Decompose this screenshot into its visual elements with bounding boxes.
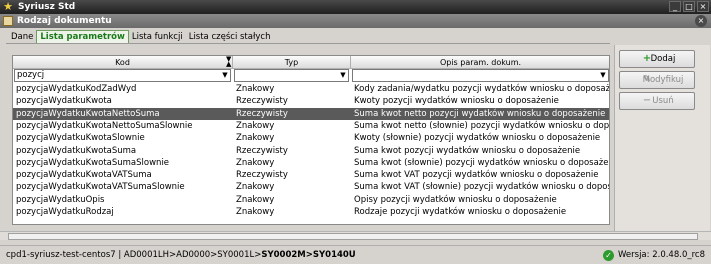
check-icon: ✓ <box>603 250 615 261</box>
edit-icon: ✎ <box>642 74 652 85</box>
cell-opis: Kwoty (słownie) pozycji wydatków wniosku… <box>354 133 601 144</box>
table-row[interactable]: pozycjaWydatkuKwotaVATSuma Rzeczywisty Sum… <box>13 169 609 181</box>
cell-typ: Znakowy <box>236 157 275 168</box>
minimize-button[interactable]: _ <box>669 1 681 12</box>
cell-opis: Rodzaje pozycji wydatków wniosku o dopos… <box>354 207 567 217</box>
cell-kod: pozycjaWydatkuKwota <box>16 96 112 107</box>
cell-kod: pozycjaWydatkuKwotaNettoSumaSlownie <box>16 120 193 131</box>
sort-indicator-icon: ▼ ▲ <box>226 55 232 68</box>
window-titlebar: ★ Syriusz Std _ □ × <box>0 0 711 14</box>
filter-opis-input[interactable]: ▼ <box>352 69 609 82</box>
cell-opis: Suma kwot (słownie) pozycji wydatków wni… <box>354 157 610 168</box>
cell-typ: Rzeczywisty <box>236 96 288 107</box>
status-bar: cpd1-syriusz-test-centos7 | AD0001LH>AD0… <box>0 245 711 264</box>
scrollbar-thumb[interactable] <box>8 233 698 240</box>
tab-lista-funkcji[interactable]: Lista funkcji <box>129 31 186 43</box>
table-row[interactable]: pozycjaWydatkuKwotaSumaSlownie Znakowy Sum… <box>13 157 610 169</box>
tab-dane[interactable]: Dane <box>8 31 36 43</box>
parameters-grid: Kod ▼ ▲ Typ Opis param. dokum. pozycj ▼ ▼… <box>12 55 610 225</box>
cell-kod: pozycjaWydatkuKwotaNettoSuma <box>16 108 160 119</box>
modify-button[interactable]: ✎ Modyfikuj <box>619 71 695 89</box>
column-header-opis[interactable]: Opis param. dokum. <box>351 56 609 69</box>
cell-kod: pozycjaWydatkuKwotaSlownie <box>16 133 145 144</box>
form-header: Rodzaj dokumentu × <box>0 14 711 28</box>
column-header-kod[interactable]: Kod <box>13 56 233 69</box>
delete-button[interactable]: − Usuń <box>619 92 695 110</box>
table-row[interactable]: pozycjaWydatkuRodzaj Znakowy Rodzaje pozyc… <box>13 206 609 218</box>
cell-kod: pozycjaWydatkuKwotaSuma <box>16 145 137 156</box>
cell-typ: Znakowy <box>236 182 275 193</box>
version-label: Wersja: 2.0.48.0_rc8 <box>618 250 705 260</box>
cell-kod: pozycjaWydatkuKodZadWyd <box>16 84 137 94</box>
table-row[interactable]: pozycjaWydatkuKwotaNettoSumaSlownie Znako… <box>13 120 610 132</box>
maximize-button[interactable]: □ <box>683 1 695 12</box>
delete-button-label: Usuń <box>652 96 674 106</box>
cell-typ: Znakowy <box>236 120 275 131</box>
path-current: SY0002M>SY0140U <box>261 250 356 260</box>
cell-opis: Kody zadania/wydatku pozycji wydatków wn… <box>354 84 610 94</box>
plus-icon: + <box>642 53 652 64</box>
column-header-typ[interactable]: Typ <box>233 56 351 69</box>
minus-icon: − <box>642 95 652 106</box>
horizontal-scrollbar[interactable] <box>0 231 711 240</box>
cell-opis: Suma kwot VAT pozycji wydatków wniosku o… <box>354 170 599 181</box>
action-buttons: + Dodaj ✎ Modyfikuj − Usuń <box>619 50 695 113</box>
cell-kod: pozycjaWydatkuOpis <box>16 194 105 205</box>
cell-typ: Rzeczywisty <box>236 170 288 181</box>
cell-opis: Suma kwot netto pozycji wydatków wniosku… <box>354 108 606 119</box>
filter-typ-input[interactable]: ▼ <box>234 69 349 82</box>
cell-typ: Rzeczywisty <box>236 108 288 119</box>
add-button[interactable]: + Dodaj <box>619 50 695 68</box>
cell-kod: pozycjaWydatkuKwotaVATSuma <box>16 170 152 181</box>
cell-opis: Suma kwot pozycji wydatków wniosku o dop… <box>354 145 581 156</box>
cell-typ: Znakowy <box>236 207 275 217</box>
cell-typ: Znakowy <box>236 133 275 144</box>
tab-lista-czesci-stalych[interactable]: Lista części stałych <box>186 31 274 43</box>
app-star-icon: ★ <box>3 0 13 13</box>
cell-kod: pozycjaWydatkuKwotaSumaSlownie <box>16 157 170 168</box>
close-window-button[interactable]: × <box>697 1 709 12</box>
filter-kod-dropdown-icon[interactable]: ▼ <box>220 70 230 81</box>
table-row[interactable]: pozycjaWydatkuKodZadWyd Znakowy Kody zadan… <box>13 83 610 95</box>
add-button-label: Dodaj <box>650 54 676 64</box>
cell-kod: pozycjaWydatkuRodzaj <box>16 207 114 217</box>
filter-typ-dropdown-icon[interactable]: ▼ <box>338 70 348 81</box>
path-prefix: cpd1-syriusz-test-centos7 | AD0001LH>AD0… <box>6 250 262 260</box>
table-row[interactable]: pozycjaWydatkuKwotaSuma Rzeczywisty Suma k… <box>13 145 609 157</box>
cell-typ: Znakowy <box>236 194 275 205</box>
form-close-button[interactable]: × <box>695 15 707 27</box>
filter-kod-value: pozycj <box>17 70 45 80</box>
cell-opis: Suma kwot VAT (słownie) pozycji wydatków… <box>354 182 610 193</box>
cell-opis: Kwoty pozycji wydatków wniosku o doposaż… <box>354 96 559 107</box>
navigation-path: cpd1-syriusz-test-centos7 | AD0001LH>AD0… <box>6 246 356 264</box>
cell-typ: Znakowy <box>236 84 275 94</box>
cell-kod: pozycjaWydatkuKwotaVATSumaSlownie <box>16 182 185 193</box>
table-row[interactable]: pozycjaWydatkuKwota Rzeczywisty Kwoty pozy… <box>13 95 609 107</box>
tab-divider <box>6 43 610 44</box>
cell-opis: Suma kwot netto (słownie) pozycji wydatk… <box>354 120 610 131</box>
version-info: ✓ Wersja: 2.0.48.0_rc8 <box>603 246 705 264</box>
table-row[interactable]: pozycjaWydatkuKwotaNettoSuma Rzeczywisty S… <box>13 107 609 120</box>
cell-typ: Rzeczywisty <box>236 145 288 156</box>
filter-opis-dropdown-icon[interactable]: ▼ <box>598 70 608 81</box>
table-row[interactable]: pozycjaWydatkuOpis Znakowy Opisy pozycji w… <box>13 194 609 206</box>
form-title: Rodzaj dokumentu <box>17 16 112 26</box>
cell-opis: Opisy pozycji wydatków wniosku o doposaż… <box>354 194 557 205</box>
table-row[interactable]: pozycjaWydatkuKwotaVATSumaSlownie Znakowy… <box>13 181 610 193</box>
filter-kod-input[interactable]: pozycj ▼ <box>14 69 231 82</box>
tab-strip: Dane Lista parametrów Lista funkcji List… <box>8 30 273 43</box>
tab-lista-parametrow[interactable]: Lista parametrów <box>36 30 129 43</box>
document-icon <box>3 16 13 26</box>
window-title: Syriusz Std <box>18 2 76 12</box>
table-row[interactable]: pozycjaWydatkuKwotaSlownie Znakowy Kwoty (… <box>13 132 609 144</box>
